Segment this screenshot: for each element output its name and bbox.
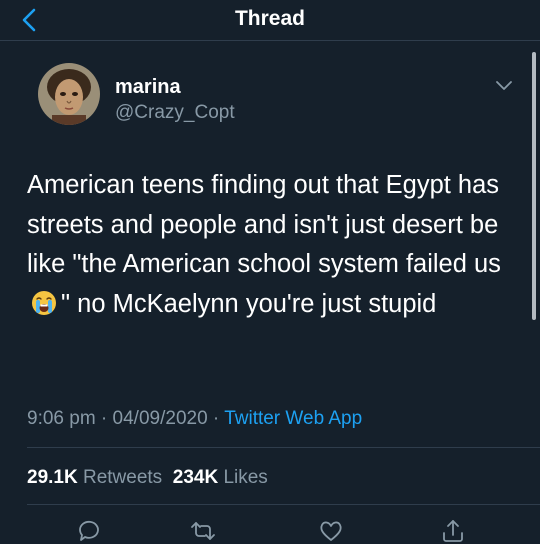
tweet-text-part-1: American teens finding out that Egypt ha… xyxy=(27,171,501,278)
divider xyxy=(27,447,540,448)
tweet-text-part-2: " no McKaelynn you're just stupid xyxy=(61,289,437,318)
tweet-date: 04/09/2020 xyxy=(112,408,208,429)
page-title: Thread xyxy=(234,7,305,30)
divider xyxy=(27,504,540,505)
scrollbar[interactable] xyxy=(532,52,536,320)
author-handle[interactable]: @Crazy_Copt xyxy=(115,102,235,124)
likes-count[interactable]: 234K xyxy=(173,467,218,488)
avatar[interactable] xyxy=(38,63,100,125)
reply-icon[interactable] xyxy=(76,518,102,544)
share-icon[interactable] xyxy=(440,518,466,544)
tweet-text: American teens finding out that Egypt ha… xyxy=(27,166,517,324)
chevron-down-icon[interactable] xyxy=(494,78,514,94)
source-app-link[interactable]: Twitter Web App xyxy=(224,408,362,429)
author-name[interactable]: marina xyxy=(115,76,181,99)
tweet-time: 9:06 pm xyxy=(27,408,96,429)
portrait-avatar-icon xyxy=(38,63,100,125)
tweet-stats: 29.1K Retweets 234K Likes xyxy=(27,467,268,489)
likes-label[interactable]: Likes xyxy=(223,467,267,488)
loudly-crying-face-icon xyxy=(32,290,56,315)
retweets-count[interactable]: 29.1K xyxy=(27,467,78,488)
retweet-icon[interactable] xyxy=(190,518,216,544)
like-icon[interactable] xyxy=(318,518,344,544)
tweet-meta: 9:06 pm · 04/09/2020 · Twitter Web App xyxy=(27,408,363,429)
retweets-label[interactable]: Retweets xyxy=(83,467,162,488)
top-bar: Thread xyxy=(0,0,540,41)
